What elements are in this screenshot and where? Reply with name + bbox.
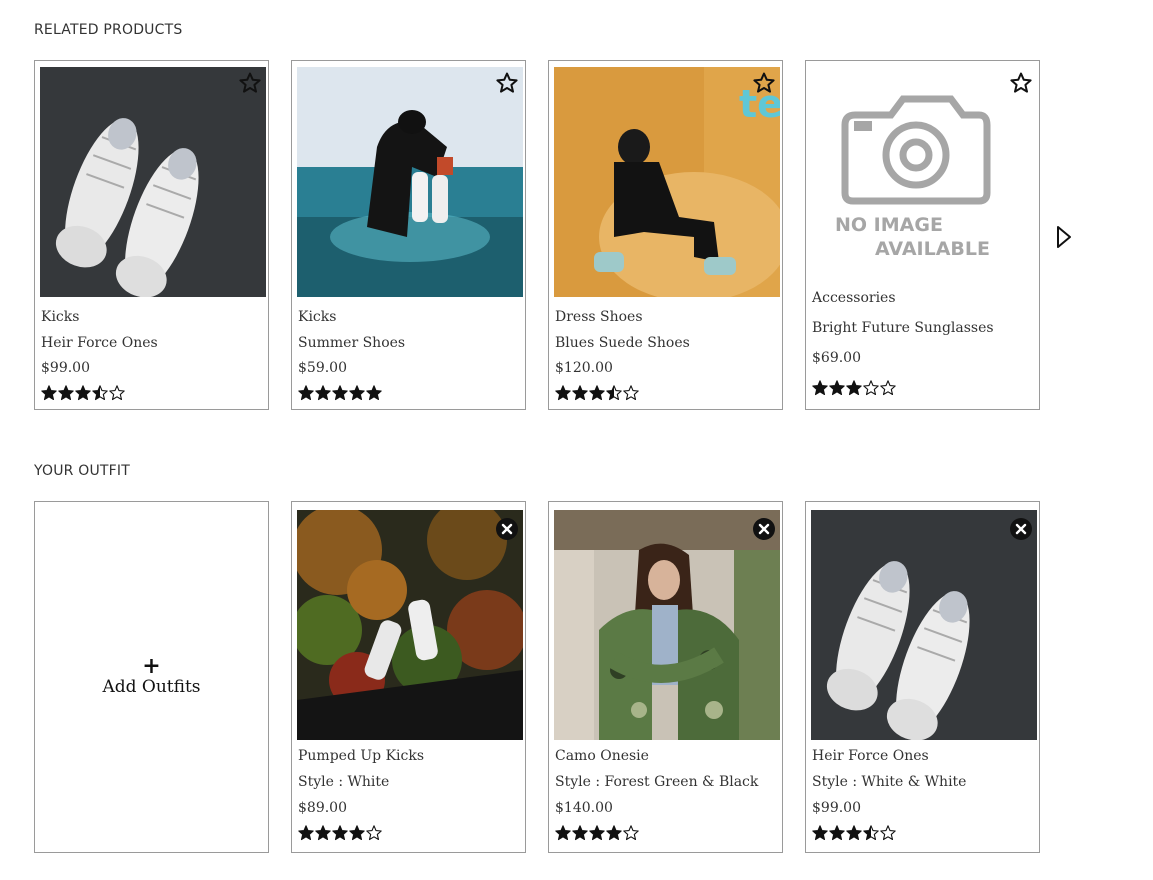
star-full-icon [846, 825, 862, 841]
add-outfit-button[interactable]: + Add Outfits [35, 502, 268, 852]
star-half-icon [92, 385, 108, 401]
related-product-card[interactable]: Kicks Heir Force Ones $99.00 [34, 60, 269, 410]
star-empty-icon [366, 825, 382, 841]
star-rating [555, 825, 639, 841]
star-rating [298, 825, 382, 841]
star-outline-icon[interactable] [1009, 71, 1033, 95]
product-price: $140.00 [555, 800, 613, 816]
star-full-icon [846, 380, 862, 396]
star-rating [555, 385, 639, 401]
star-full-icon [829, 380, 845, 396]
star-full-icon [366, 385, 382, 401]
product-image [297, 67, 523, 297]
product-image: te [554, 67, 780, 297]
star-full-icon [829, 825, 845, 841]
product-name[interactable]: Pumped Up Kicks [298, 748, 424, 764]
product-style: Style : White [298, 774, 390, 790]
product-style: Style : Forest Green & Black [555, 774, 759, 790]
product-image [811, 510, 1037, 740]
product-name[interactable]: Summer Shoes [298, 335, 405, 351]
star-outline-icon[interactable] [752, 71, 776, 95]
product-name[interactable]: Bright Future Sunglasses [812, 320, 994, 336]
product-category: Kicks [298, 309, 337, 325]
star-half-icon [606, 385, 622, 401]
star-empty-icon [623, 385, 639, 401]
your-outfit-title: YOUR OUTFIT [34, 463, 130, 479]
star-full-icon [315, 385, 331, 401]
product-style: Style : White & White [812, 774, 967, 790]
star-half-icon [863, 825, 879, 841]
product-name[interactable]: Heir Force Ones [812, 748, 929, 764]
star-full-icon [812, 825, 828, 841]
star-full-icon [315, 825, 331, 841]
remove-circle-x-icon[interactable] [753, 518, 775, 540]
product-price: $69.00 [812, 350, 861, 366]
star-rating [41, 385, 125, 401]
outfit-card[interactable]: Pumped Up Kicks Style : White $89.00 [291, 501, 526, 853]
product-price: $89.00 [298, 800, 347, 816]
product-name[interactable]: Heir Force Ones [41, 335, 158, 351]
star-empty-icon [863, 380, 879, 396]
star-empty-icon [880, 825, 896, 841]
star-full-icon [332, 825, 348, 841]
no-image-text: NO IMAGE [835, 214, 943, 236]
remove-circle-x-icon[interactable] [496, 518, 518, 540]
star-full-icon [555, 385, 571, 401]
star-empty-icon [109, 385, 125, 401]
star-full-icon [298, 825, 314, 841]
star-full-icon [41, 385, 57, 401]
star-rating [812, 380, 896, 396]
product-price: $59.00 [298, 360, 347, 376]
product-image [297, 510, 523, 740]
star-full-icon [606, 825, 622, 841]
star-rating [298, 385, 382, 401]
product-image [554, 510, 780, 740]
product-price: $99.00 [812, 800, 861, 816]
star-empty-icon [623, 825, 639, 841]
product-name[interactable]: Camo Onesie [555, 748, 649, 764]
star-full-icon [589, 385, 605, 401]
plus-icon: + [142, 653, 161, 679]
star-full-icon [812, 380, 828, 396]
star-full-icon [555, 825, 571, 841]
star-rating [812, 825, 896, 841]
star-full-icon [298, 385, 314, 401]
product-category: Dress Shoes [555, 309, 643, 325]
product-name[interactable]: Blues Suede Shoes [555, 335, 690, 351]
star-full-icon [58, 385, 74, 401]
star-empty-icon [880, 380, 896, 396]
remove-circle-x-icon[interactable] [1010, 518, 1032, 540]
outfit-card[interactable]: Heir Force Ones Style : White & White $9… [805, 501, 1040, 853]
star-outline-icon[interactable] [495, 71, 519, 95]
caret-right-icon[interactable] [1054, 224, 1074, 250]
no-image-text: AVAILABLE [875, 238, 990, 260]
related-product-card[interactable]: te Dress Shoes Blues Suede Shoes $120.00 [548, 60, 783, 410]
star-full-icon [572, 385, 588, 401]
product-price: $120.00 [555, 360, 613, 376]
outfit-card[interactable]: Camo Onesie Style : Forest Green & Black… [548, 501, 783, 853]
no-image-placeholder: NO IMAGE AVAILABLE [811, 67, 1037, 287]
add-outfit-card[interactable]: + Add Outfits [34, 501, 269, 853]
star-full-icon [332, 385, 348, 401]
product-price: $99.00 [41, 360, 90, 376]
related-product-card[interactable]: Kicks Summer Shoes $59.00 [291, 60, 526, 410]
star-full-icon [349, 385, 365, 401]
star-full-icon [75, 385, 91, 401]
star-full-icon [589, 825, 605, 841]
star-full-icon [349, 825, 365, 841]
star-full-icon [572, 825, 588, 841]
star-outline-icon[interactable] [238, 71, 262, 95]
related-products-title: RELATED PRODUCTS [34, 22, 183, 38]
related-product-card[interactable]: NO IMAGE AVAILABLE Accessories Bright Fu… [805, 60, 1040, 410]
product-category: Kicks [41, 309, 80, 325]
product-category: Accessories [812, 290, 896, 306]
add-outfit-label: Add Outfits [102, 677, 201, 697]
product-image [40, 67, 266, 297]
